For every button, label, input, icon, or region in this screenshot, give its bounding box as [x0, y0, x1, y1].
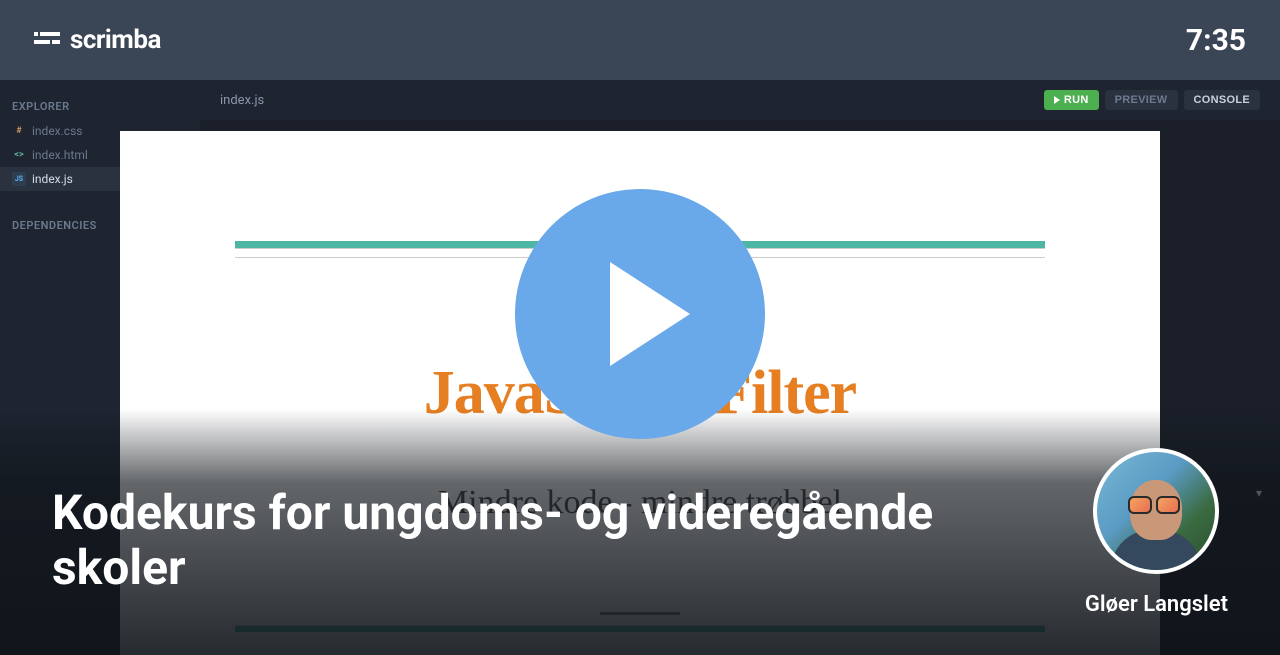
preview-button[interactable]: PREVIEW	[1105, 90, 1178, 110]
js-icon: JS	[12, 172, 26, 186]
chevron-down-icon[interactable]: ▾	[1256, 486, 1262, 500]
avatar[interactable]	[1093, 448, 1219, 574]
console-label: CONSOLE	[1194, 94, 1251, 106]
file-name: index.css	[32, 124, 82, 138]
run-label: RUN	[1064, 94, 1089, 106]
file-name: index.js	[32, 172, 73, 186]
logo-icon	[34, 30, 60, 50]
author-block: Gløer Langslet	[1085, 448, 1228, 617]
explorer-heading: EXPLORER	[0, 94, 200, 119]
author-name: Gløer Langslet	[1085, 592, 1228, 617]
play-icon	[1054, 96, 1060, 104]
css-icon: #	[12, 124, 26, 138]
active-tab-label[interactable]: index.js	[220, 93, 264, 108]
file-name: index.html	[32, 148, 88, 162]
brand-logo[interactable]: scrimba	[34, 25, 161, 55]
play-button[interactable]	[515, 189, 765, 439]
brand-name: scrimba	[70, 25, 161, 55]
run-button[interactable]: RUN	[1044, 90, 1099, 110]
app-header: scrimba 7:35	[0, 0, 1280, 80]
timer-display: 7:35	[1186, 23, 1246, 58]
html-icon: <>	[12, 148, 26, 162]
play-icon	[610, 262, 690, 366]
console-button[interactable]: CONSOLE	[1184, 90, 1261, 110]
tab-bar: index.js RUN PREVIEW CONSOLE	[200, 80, 1280, 120]
video-title: Kodekurs for ungdoms- og videregående sk…	[52, 485, 1002, 595]
toolbar: RUN PREVIEW CONSOLE	[1044, 90, 1260, 110]
preview-label: PREVIEW	[1115, 94, 1168, 106]
